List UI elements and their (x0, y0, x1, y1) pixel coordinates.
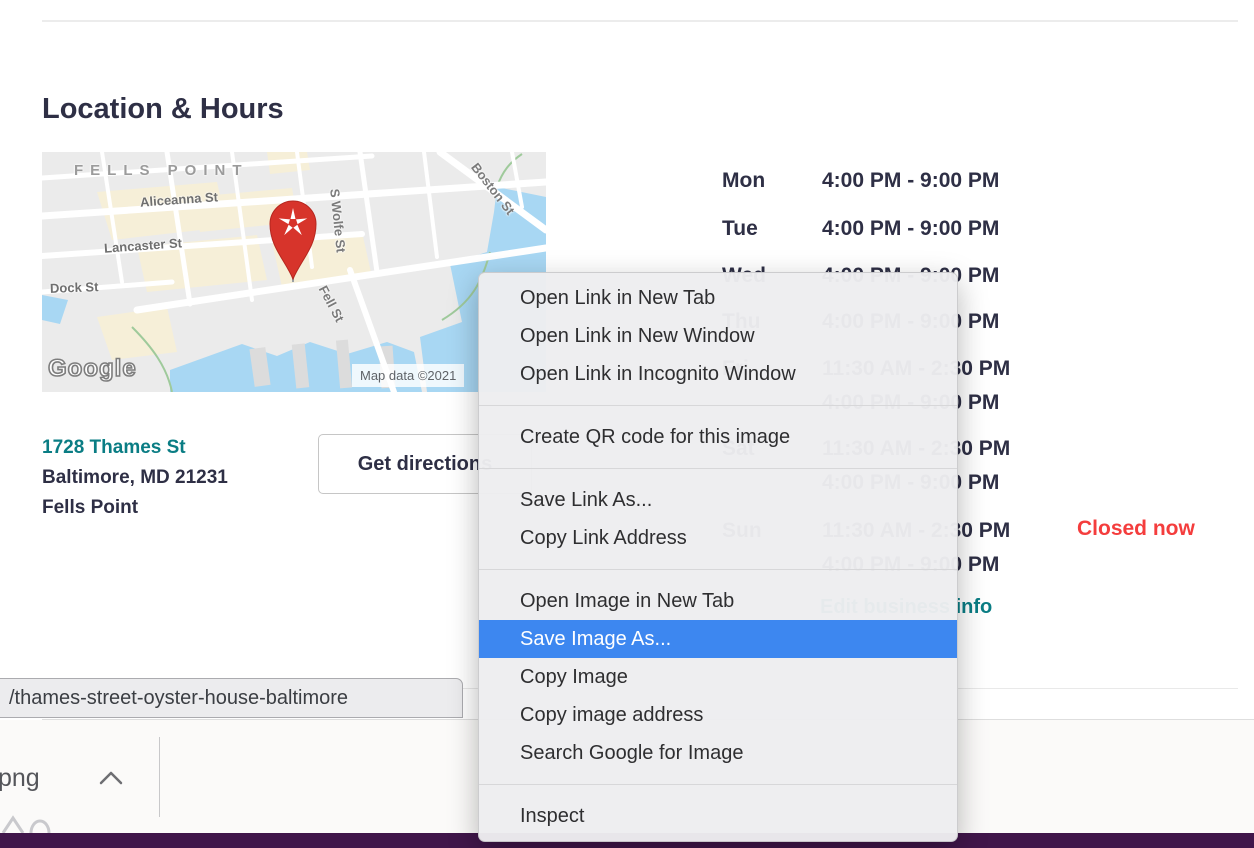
menu-item-copy-link-address[interactable]: Copy Link Address (479, 519, 957, 557)
context-menu: Open Link in New Tab Open Link in New Wi… (478, 272, 958, 842)
menu-item-open-link-incognito[interactable]: Open Link in Incognito Window (479, 355, 957, 393)
menu-item-save-image-as[interactable]: Save Image As... (479, 620, 957, 658)
location-map-image[interactable]: FELLS POINT Aliceanna St Lancaster St Do… (42, 152, 546, 392)
page-title: Location & Hours (42, 93, 284, 126)
business-address: 1728 Thames St Baltimore, MD 21231 Fells… (42, 433, 228, 523)
google-logo: Google (48, 355, 137, 383)
yelp-business-page: Location & Hours (0, 0, 1254, 848)
download-item-filename[interactable]: png (0, 764, 40, 793)
map-neighborhood-label: FELLS POINT (74, 162, 249, 179)
menu-item-open-link-new-window[interactable]: Open Link in New Window (479, 317, 957, 355)
menu-item-save-link-as[interactable]: Save Link As... (479, 481, 957, 519)
menu-item-copy-image-address[interactable]: Copy image address (479, 696, 957, 734)
status-badge: Closed now (1077, 517, 1195, 541)
menu-item-search-google-for-image[interactable]: Search Google for Image (479, 734, 957, 772)
map-street-label: Dock St (50, 279, 99, 296)
shelf-divider (159, 737, 160, 817)
chevron-up-icon[interactable] (98, 770, 124, 786)
menu-separator (479, 405, 957, 406)
clipped-text-fragment (0, 815, 60, 835)
menu-separator (479, 569, 957, 570)
menu-separator (479, 468, 957, 469)
address-neighborhood: Fells Point (42, 493, 228, 523)
menu-item-inspect[interactable]: Inspect (479, 797, 957, 835)
menu-separator (479, 784, 957, 785)
menu-item-create-qr-code[interactable]: Create QR code for this image (479, 418, 957, 456)
address-street-link[interactable]: 1728 Thames St (42, 433, 228, 463)
link-target-status-bar: /thames-street-oyster-house-baltimore (0, 678, 463, 718)
menu-item-open-link-new-tab[interactable]: Open Link in New Tab (479, 279, 957, 317)
address-city: Baltimore, MD 21231 (42, 463, 228, 493)
menu-item-open-image-new-tab[interactable]: Open Image in New Tab (479, 582, 957, 620)
map-attribution: Map data ©2021 (352, 364, 464, 387)
menu-item-copy-image[interactable]: Copy Image (479, 658, 957, 696)
